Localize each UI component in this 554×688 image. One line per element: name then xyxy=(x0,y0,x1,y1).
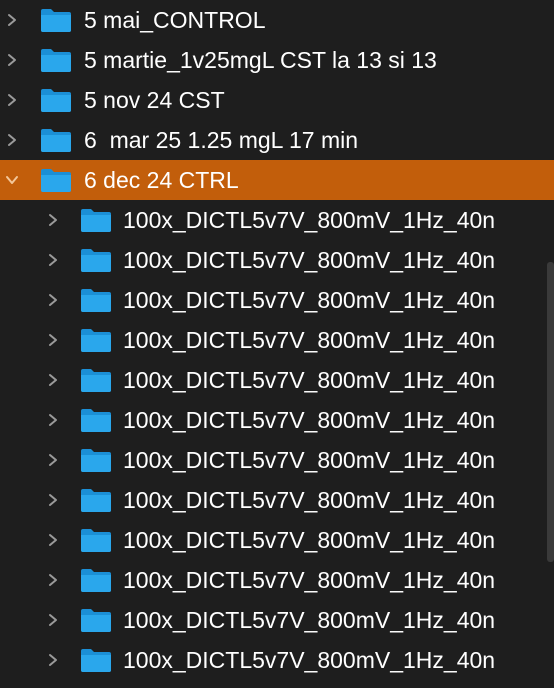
folder-row-5-nov-24-cst[interactable]: 5 nov 24 CST xyxy=(0,80,554,120)
folder-label: 100x_DICTL5v7V_800mV_1Hz_40n xyxy=(123,607,496,633)
folder-icon xyxy=(40,7,72,33)
chevron-right-icon[interactable] xyxy=(44,440,62,480)
folder-label: 100x_DICTL5v7V_800mV_1Hz_40n xyxy=(123,647,496,673)
child-folder-row[interactable]: 100x_DICTL5v7V_800mV_1Hz_40n xyxy=(0,400,554,440)
folder-list: 5 mai_CONTROL 5 martie_1v25mgL CST la 13… xyxy=(0,0,554,688)
folder-label: 100x_DICTL5v7V_800mV_1Hz_40n xyxy=(123,407,496,433)
chevron-right-icon[interactable] xyxy=(3,80,21,120)
chevron-down-icon[interactable] xyxy=(3,160,21,200)
folder-icon xyxy=(80,287,112,313)
chevron-right-icon[interactable] xyxy=(44,240,62,280)
folder-label: 100x_DICTL5v7V_800mV_1Hz_40n xyxy=(123,247,496,273)
folder-icon xyxy=(40,47,72,73)
chevron-right-icon[interactable] xyxy=(44,200,62,240)
folder-icon xyxy=(80,487,112,513)
chevron-right-icon[interactable] xyxy=(44,520,62,560)
folder-icon xyxy=(80,567,112,593)
folder-icon xyxy=(80,647,112,673)
folder-icon xyxy=(80,407,112,433)
folder-row-6-dec-24-ctrl[interactable]: 6 dec 24 CTRL xyxy=(0,160,554,200)
folder-label: 100x_DICTL5v7V_800mV_1Hz_40n xyxy=(123,487,496,513)
folder-label: 100x_DICTL5v7V_800mV_1Hz_40n xyxy=(123,447,496,473)
folder-icon xyxy=(80,247,112,273)
chevron-right-icon[interactable] xyxy=(3,0,21,40)
folder-label: 100x_DICTL5v7V_800mV_1Hz_40n xyxy=(123,287,496,313)
folder-label: 6 mar 25 1.25 mgL 17 min xyxy=(84,127,359,153)
child-folder-row[interactable]: 100x_DICTL5v7V_800mV_1Hz_40n xyxy=(0,360,554,400)
chevron-right-icon[interactable] xyxy=(44,280,62,320)
scrollbar[interactable] xyxy=(546,0,554,688)
child-folder-row[interactable]: 100x_DICTL5v7V_800mV_1Hz_40n xyxy=(0,320,554,360)
folder-icon xyxy=(80,527,112,553)
chevron-right-icon[interactable] xyxy=(44,480,62,520)
chevron-right-icon[interactable] xyxy=(44,600,62,640)
chevron-right-icon[interactable] xyxy=(3,40,21,80)
folder-row-5-martie[interactable]: 5 martie_1v25mgL CST la 13 si 13 xyxy=(0,40,554,80)
folder-icon xyxy=(80,207,112,233)
scrollbar-thumb[interactable] xyxy=(547,262,554,562)
folder-icon xyxy=(40,127,72,153)
chevron-right-icon[interactable] xyxy=(44,360,62,400)
folder-row-5-mai-control[interactable]: 5 mai_CONTROL xyxy=(0,0,554,40)
folder-icon xyxy=(40,167,72,193)
chevron-right-icon[interactable] xyxy=(3,120,21,160)
folder-row-6-mar-25[interactable]: 6 mar 25 1.25 mgL 17 min xyxy=(0,120,554,160)
folder-label: 6 dec 24 CTRL xyxy=(84,167,239,193)
folder-label: 100x_DICTL5v7V_800mV_1Hz_40n xyxy=(123,527,496,553)
child-folder-row[interactable]: 100x_DICTL5v7V_800mV_1Hz_40n xyxy=(0,600,554,640)
child-folder-row[interactable]: 100x_DICTL5v7V_800mV_1Hz_40n xyxy=(0,640,554,680)
child-folder-row[interactable]: 100x_DICTL5v7V_800mV_1Hz_40n xyxy=(0,520,554,560)
child-folder-row[interactable]: 100x_DICTL5v7V_800mV_1Hz_40n xyxy=(0,280,554,320)
folder-label: 5 nov 24 CST xyxy=(84,87,225,113)
chevron-right-icon[interactable] xyxy=(44,560,62,600)
chevron-right-icon[interactable] xyxy=(44,320,62,360)
chevron-right-icon[interactable] xyxy=(44,400,62,440)
folder-label: 100x_DICTL5v7V_800mV_1Hz_40n xyxy=(123,327,496,353)
child-folder-row[interactable]: 100x_DICTL5v7V_800mV_1Hz_40n xyxy=(0,240,554,280)
folder-label: 100x_DICTL5v7V_800mV_1Hz_40n xyxy=(123,367,496,393)
folder-label: 5 martie_1v25mgL CST la 13 si 13 xyxy=(84,47,437,73)
folder-icon xyxy=(40,87,72,113)
child-folder-row[interactable]: 100x_DICTL5v7V_800mV_1Hz_40n xyxy=(0,440,554,480)
folder-icon xyxy=(80,327,112,353)
folder-icon xyxy=(80,367,112,393)
folder-icon xyxy=(80,447,112,473)
chevron-right-icon[interactable] xyxy=(44,640,62,680)
folder-label: 100x_DICTL5v7V_800mV_1Hz_40n xyxy=(123,567,496,593)
child-folder-row[interactable]: 100x_DICTL5v7V_800mV_1Hz_40n xyxy=(0,200,554,240)
child-folder-row[interactable]: 100x_DICTL5v7V_800mV_1Hz_40n xyxy=(0,560,554,600)
child-folder-row[interactable]: 100x_DICTL5v7V_800mV_1Hz_40n xyxy=(0,480,554,520)
folder-label: 5 mai_CONTROL xyxy=(84,7,266,33)
folder-icon xyxy=(80,607,112,633)
folder-label: 100x_DICTL5v7V_800mV_1Hz_40n xyxy=(123,207,496,233)
